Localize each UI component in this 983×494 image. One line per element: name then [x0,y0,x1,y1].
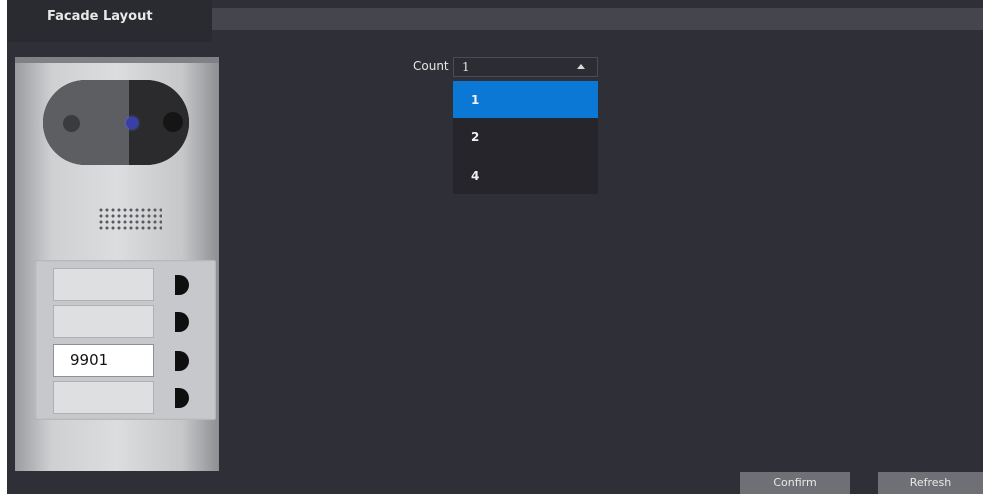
count-option-label: 1 [471,93,480,107]
camera-module [43,80,189,165]
count-option-label: 4 [471,169,480,183]
name-slot-1[interactable] [53,268,154,301]
call-button-2[interactable] [175,312,189,332]
indicator-led-icon [126,117,138,129]
header-band [212,8,983,30]
light-sensor-icon [63,115,80,132]
call-button-3[interactable] [175,351,189,371]
facade-preview: 9901 [15,57,219,471]
call-buttons-panel: 9901 [35,260,216,420]
count-select[interactable]: 1 [453,57,598,77]
page-title-tab: Facade Layout [7,0,212,42]
page-title: Facade Layout [47,9,153,24]
name-slot-2[interactable] [53,305,154,338]
name-slot-3[interactable]: 9901 [53,344,154,377]
camera-lens-icon [163,112,183,132]
call-button-1[interactable] [175,275,189,295]
confirm-button[interactable]: Confirm [740,472,850,494]
count-dropdown-menu: 1 2 4 [453,81,598,194]
count-option-2[interactable]: 2 [453,118,598,155]
count-select-value: 1 [462,60,470,74]
count-option-1[interactable]: 1 [453,81,598,118]
refresh-button[interactable]: Refresh [878,472,983,494]
chevron-up-icon [577,64,585,69]
count-option-label: 2 [471,130,480,144]
camera-left-panel [43,80,129,165]
app-window: Facade Layout 9901 Count 1 1 2 4 Confirm… [7,0,983,494]
count-label: Count [413,59,449,73]
speaker-grille [98,207,162,231]
count-option-4[interactable]: 4 [453,157,598,194]
name-slot-4[interactable] [53,381,154,414]
facade-top-edge [15,57,219,63]
call-button-4[interactable] [175,388,189,408]
